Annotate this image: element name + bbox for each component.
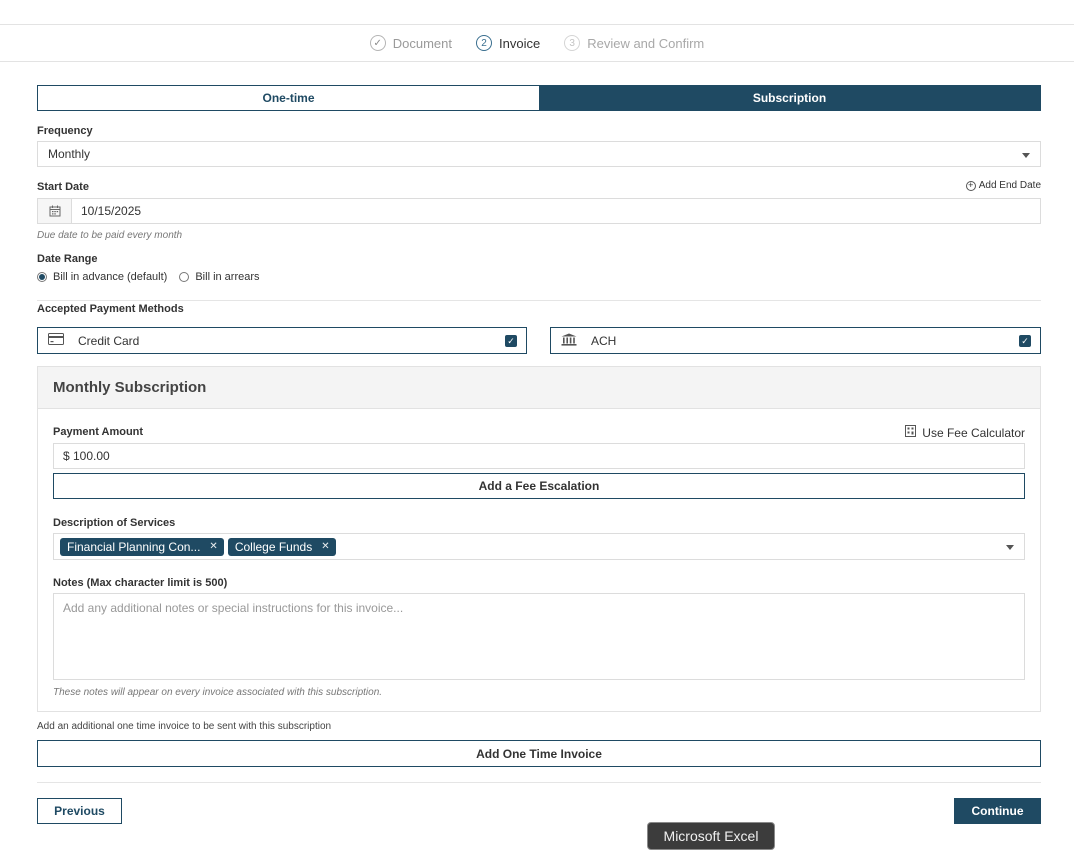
caret-down-icon[interactable] xyxy=(1006,545,1014,550)
frequency-select[interactable]: Monthly xyxy=(37,141,1041,167)
one-time-description: Add an additional one time invoice to be… xyxy=(37,721,332,732)
add-end-date-label: Add End Date xyxy=(978,180,1041,191)
billing-type-toggle: One-time Subscription xyxy=(37,85,1041,111)
close-icon[interactable]: ✕ xyxy=(321,541,329,552)
step-label: Document xyxy=(392,35,452,51)
calculator-icon xyxy=(905,425,917,440)
frequency-label: Frequency xyxy=(37,125,93,137)
close-icon[interactable]: ✕ xyxy=(209,541,217,552)
footer-divider xyxy=(37,782,1041,783)
ach-label: ACH xyxy=(591,333,617,348)
step-label: Invoice xyxy=(499,35,541,51)
date-range-options: Bill in advance (default) Bill in arrear… xyxy=(37,271,260,283)
one-time-tab[interactable]: One-time xyxy=(38,86,539,110)
payment-amount-input[interactable]: $ 100.00 xyxy=(53,443,1025,469)
notes-label: Notes (Max character limit is 500) xyxy=(53,577,228,589)
date-range-label: Date Range xyxy=(37,253,98,265)
taskbar-tooltip: Microsoft Excel xyxy=(647,822,775,850)
checkbox-checked-icon[interactable]: ✓ xyxy=(1019,335,1031,347)
start-date-field[interactable]: 10/15/2025 xyxy=(37,198,1041,224)
step-document[interactable]: ✓ Document xyxy=(369,35,452,51)
notes-textarea[interactable]: Add any additional notes or special inst… xyxy=(53,593,1025,680)
chip-label: College Funds xyxy=(234,539,313,554)
step-invoice[interactable]: 2 Invoice xyxy=(476,35,540,51)
bill-in-arrears-label[interactable]: Bill in arrears xyxy=(195,271,259,283)
step-review[interactable]: 3 Review and Confirm xyxy=(564,35,704,51)
start-date-hint: Due date to be paid every month xyxy=(37,230,183,241)
bill-in-advance-label[interactable]: Bill in advance (default) xyxy=(53,271,167,283)
payment-amount-value: $ 100.00 xyxy=(63,449,110,463)
credit-card-option[interactable]: Credit Card ✓ xyxy=(37,327,527,354)
services-multiselect[interactable]: Financial Planning Con... ✕ College Fund… xyxy=(53,533,1025,560)
bank-icon xyxy=(561,333,577,349)
panel-title: Monthly Subscription xyxy=(38,367,1040,409)
plus-circle-icon: + xyxy=(965,180,976,191)
payment-methods-label: Accepted Payment Methods xyxy=(37,303,184,315)
check-circle-icon: ✓ xyxy=(369,35,386,51)
step-number: 3 xyxy=(564,35,581,51)
start-date-value: 10/15/2025 xyxy=(81,204,142,218)
ach-option[interactable]: ACH ✓ xyxy=(550,327,1041,354)
notes-hint: These notes will appear on every invoice… xyxy=(53,687,383,698)
continue-button[interactable]: Continue xyxy=(954,798,1041,824)
service-chip[interactable]: College Funds ✕ xyxy=(227,537,336,556)
start-date-label: Start Date xyxy=(37,181,89,193)
bill-in-arrears-radio[interactable] xyxy=(179,272,190,282)
add-one-time-invoice-button[interactable]: Add One Time Invoice xyxy=(37,740,1041,767)
credit-card-label: Credit Card xyxy=(78,333,140,348)
add-fee-escalation-button[interactable]: Add a Fee Escalation xyxy=(53,473,1025,499)
subscription-tab[interactable]: Subscription xyxy=(539,86,1040,110)
service-chip[interactable]: Financial Planning Con... ✕ xyxy=(60,537,224,556)
section-divider xyxy=(37,300,1041,301)
chip-label: Financial Planning Con... xyxy=(67,539,201,554)
credit-card-icon xyxy=(48,333,64,348)
add-end-date-link[interactable]: + Add End Date xyxy=(965,180,1041,191)
calendar-icon[interactable] xyxy=(38,199,72,223)
fee-calculator-label: Use Fee Calculator xyxy=(922,425,1025,440)
fee-calculator-link[interactable]: Use Fee Calculator xyxy=(905,425,1025,440)
step-number: 2 xyxy=(476,35,492,51)
checkbox-checked-icon[interactable]: ✓ xyxy=(505,335,517,347)
bill-in-advance-radio[interactable] xyxy=(37,272,47,282)
stepper: ✓ Document 2 Invoice 3 Review and Confir… xyxy=(0,25,1074,62)
caret-down-icon xyxy=(1022,153,1030,158)
payment-amount-label: Payment Amount xyxy=(53,426,144,438)
services-label: Description of Services xyxy=(53,517,176,529)
step-label: Review and Confirm xyxy=(587,35,705,51)
previous-button[interactable]: Previous xyxy=(37,798,122,824)
frequency-value: Monthly xyxy=(48,147,91,161)
